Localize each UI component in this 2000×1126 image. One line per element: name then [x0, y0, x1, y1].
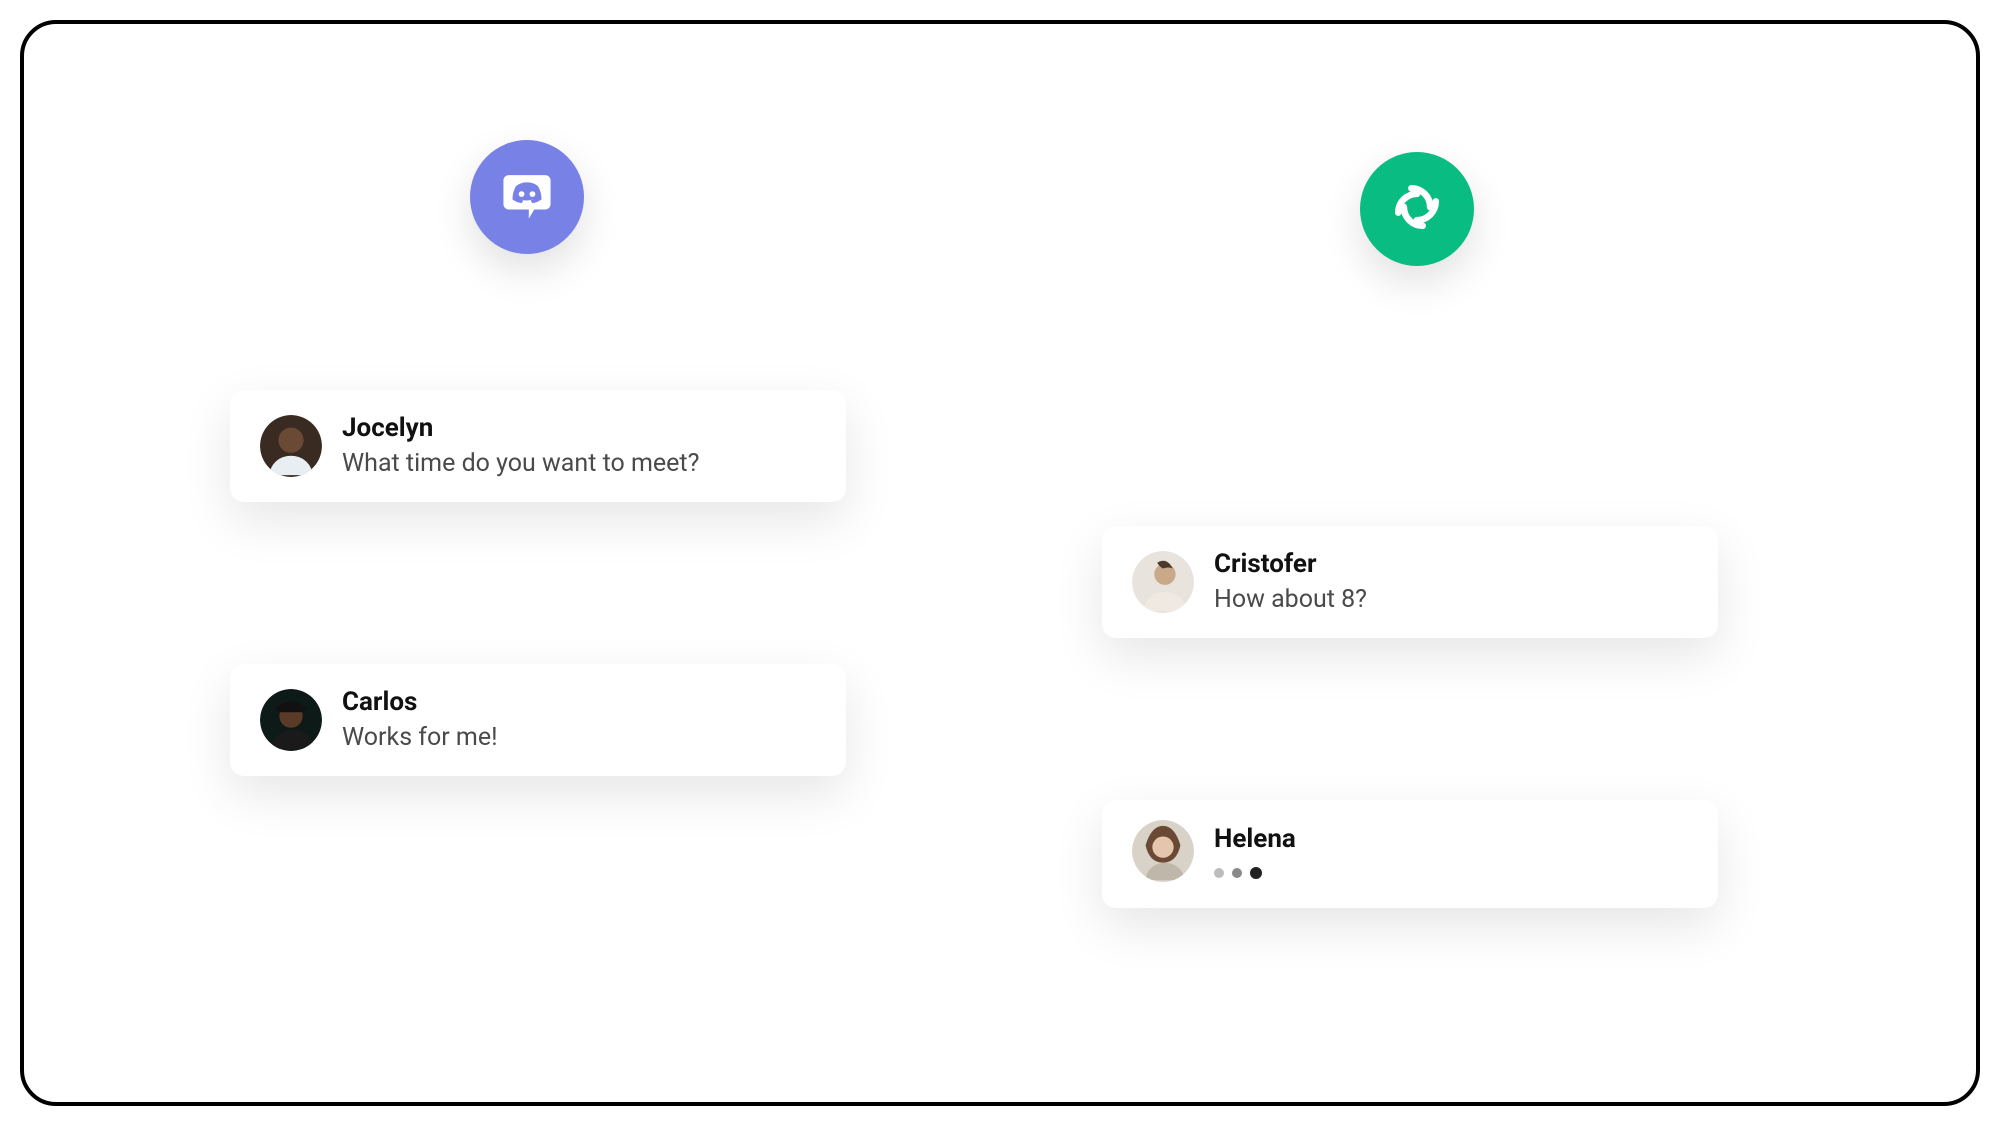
- chat-text: Cristofer How about 8?: [1214, 548, 1367, 616]
- sender-name: Cristofer: [1214, 548, 1367, 581]
- message-text: How about 8?: [1214, 583, 1367, 617]
- chat-text: Jocelyn What time do you want to meet?: [342, 412, 699, 480]
- element-badge: [1360, 152, 1474, 266]
- message-text: Works for me!: [342, 721, 498, 755]
- discord-icon: [498, 166, 556, 228]
- message-text: What time do you want to meet?: [342, 447, 699, 481]
- chat-message-jocelyn[interactable]: Jocelyn What time do you want to meet?: [230, 390, 846, 502]
- element-icon: [1387, 177, 1447, 241]
- chat-message-helena[interactable]: Helena: [1102, 800, 1718, 908]
- chat-message-cristofer[interactable]: Cristofer How about 8?: [1102, 526, 1718, 638]
- discord-badge: [470, 140, 584, 254]
- chat-message-carlos[interactable]: Carlos Works for me!: [230, 664, 846, 776]
- avatar-jocelyn: [260, 415, 322, 477]
- sender-name: Helena: [1214, 823, 1296, 856]
- avatar-helena: [1132, 820, 1194, 882]
- chat-text: Carlos Works for me!: [342, 686, 498, 754]
- avatar-cristofer: [1132, 551, 1194, 613]
- sender-name: Carlos: [342, 686, 498, 719]
- sender-name: Jocelyn: [342, 412, 699, 445]
- typing-indicator: [1214, 867, 1296, 879]
- chat-text: Helena: [1214, 823, 1296, 880]
- typing-dot: [1214, 868, 1224, 878]
- typing-dot: [1250, 867, 1262, 879]
- avatar-carlos: [260, 689, 322, 751]
- app-frame: Jocelyn What time do you want to meet? C…: [20, 20, 1980, 1106]
- typing-dot: [1232, 868, 1242, 878]
